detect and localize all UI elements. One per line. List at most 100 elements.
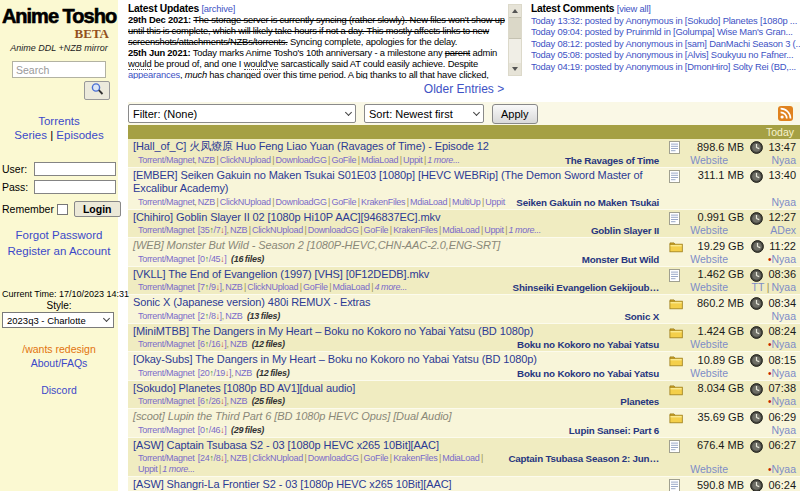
download-link[interactable]: ClickNUpload — [220, 155, 271, 165]
download-link[interactable]: MdiaLoad — [410, 197, 447, 207]
download-link[interactable]: NZB — [230, 396, 247, 406]
source-link[interactable]: Nyaa — [771, 196, 796, 208]
password-field[interactable] — [34, 180, 116, 194]
comment-link[interactable]: Today 08:12: posted by Anonymous in [sam… — [531, 38, 800, 50]
download-link[interactable]: Torrent/Magnet — [138, 425, 194, 435]
source-link[interactable]: Nyaa — [771, 424, 796, 436]
download-link[interactable]: DownloadGG — [308, 453, 359, 463]
torrent-title-link[interactable]: [Sokudo] Planetes [1080p BD AV1][dual au… — [133, 382, 355, 394]
download-link[interactable]: NZB — [225, 311, 242, 321]
download-link[interactable]: Torrent/Magnet — [138, 396, 194, 406]
download-link[interactable]: KrakenFiles — [393, 453, 437, 463]
website-link[interactable]: Website — [690, 338, 728, 350]
series-link[interactable]: Lupin Sansei: Part 6 — [569, 425, 659, 436]
download-link[interactable]: NZB — [198, 197, 215, 207]
wants-redesign-link[interactable]: /wants redesign — [22, 343, 96, 355]
archive-link[interactable]: [archive] — [201, 3, 235, 14]
forgot-password-link[interactable]: Forgot Password — [16, 229, 103, 241]
scroll-thumb[interactable] — [509, 17, 521, 39]
torrent-title-link[interactable]: Sonic X (Japanese version) 480i REMUX - … — [133, 296, 371, 308]
site-logo[interactable]: Anime Tosho — [0, 0, 118, 28]
torrent-title-link[interactable]: [Hall_of_C] 火凤燎原 Huo Feng Liao Yuan (Rav… — [133, 140, 489, 152]
torrent-title-link[interactable]: [MiniMTBB] The Dangers in My Heart – Bok… — [133, 325, 533, 337]
source-link[interactable]: Nyaa — [771, 463, 796, 475]
website-link[interactable]: Website — [690, 154, 728, 166]
download-link[interactable]: Uppit — [403, 155, 423, 165]
download-link[interactable]: GoFile — [303, 282, 328, 292]
download-link[interactable]: Torrent/Magnet — [138, 339, 194, 349]
download-link[interactable]: MdiaLoad — [442, 453, 479, 463]
sidebar-item-episodes[interactable]: Episodes — [56, 129, 103, 141]
torrent-title-link[interactable]: [EMBER] Seiken Gakuin no Maken Tsukai S0… — [133, 169, 643, 195]
download-link[interactable]: NZB — [225, 282, 242, 292]
more-links[interactable]: 4 more... — [375, 282, 407, 292]
download-link[interactable]: Torrent/Magnet — [138, 225, 194, 235]
remember-checkbox[interactable] — [57, 204, 68, 215]
series-link[interactable]: Monster But Wild — [582, 254, 659, 265]
download-link[interactable]: GoFile — [331, 197, 356, 207]
download-link[interactable]: Torrent/Magnet — [138, 368, 194, 378]
download-link[interactable]: NZB — [230, 339, 247, 349]
download-link[interactable]: NZB — [198, 155, 215, 165]
series-link[interactable]: Boku no Kokoro no Yabai Yatsu — [517, 368, 659, 379]
source-link[interactable]: Nyaa — [771, 253, 796, 265]
sidebar-item-torrents[interactable]: Torrents — [38, 115, 80, 127]
download-link[interactable]: DownloadGG — [308, 225, 359, 235]
discord-link[interactable]: Discord — [41, 384, 77, 396]
apply-button[interactable]: Apply — [492, 104, 538, 124]
source-link[interactable]: Nyaa — [771, 310, 796, 322]
rss-icon[interactable] — [778, 106, 793, 121]
download-link[interactable]: Torrent/Magnet — [138, 453, 194, 463]
download-link[interactable]: Torrent/Magnet — [138, 155, 194, 165]
more-links[interactable]: 1 more... — [509, 225, 541, 235]
search-input[interactable] — [12, 61, 106, 78]
series-link[interactable]: Sonic X — [624, 311, 659, 322]
download-link[interactable]: MdiaLoad — [442, 225, 479, 235]
series-link[interactable]: Boku no Kokoro no Yabai Yatsu — [517, 339, 659, 350]
website-link[interactable]: Website — [690, 281, 728, 293]
torrent-title-link[interactable]: [ASW] Shangri-La Frontier S2 - 03 [1080p… — [133, 478, 451, 490]
source-link[interactable]: TT — [752, 281, 765, 293]
source-link[interactable]: Nyaa — [771, 395, 796, 407]
download-link[interactable]: KrakenFiles — [393, 225, 437, 235]
inline-link[interactable]: appearances — [128, 69, 180, 79]
download-link[interactable]: GoFile — [331, 155, 356, 165]
older-entries-link[interactable]: Older Entries > — [424, 82, 504, 96]
comment-link[interactable]: Today 05:08: posted by Anonymous in [Alv… — [531, 49, 800, 61]
torrent-title-link[interactable]: [Okay-Subs] The Dangers in My Heart – Bo… — [133, 353, 537, 365]
scroll-up-button[interactable] — [509, 5, 521, 17]
download-link[interactable]: MdiaLoad — [361, 155, 398, 165]
download-link[interactable]: DownloadGG — [276, 155, 327, 165]
torrent-title-link[interactable]: [VKLL] The End of Evangelion (1997) [VHS… — [133, 268, 429, 280]
download-link[interactable]: Uppit — [138, 464, 158, 474]
more-links[interactable]: 1 more... — [427, 155, 459, 165]
download-link[interactable]: GoFile — [364, 453, 389, 463]
download-link[interactable]: NZB — [230, 225, 247, 235]
download-link[interactable]: Torrent/Magnet — [138, 254, 194, 264]
source-link[interactable]: ADex — [770, 224, 796, 236]
source-link[interactable]: Nyaa — [771, 338, 796, 350]
search-button[interactable] — [84, 81, 110, 100]
comment-link[interactable]: Today 09:04: posted by Pruinmld in [Golu… — [531, 26, 800, 38]
torrent-title-link[interactable]: [Chihiro] Goblin Slayer II 02 [1080p Hi1… — [133, 211, 440, 223]
view-all-link[interactable]: [view all] — [617, 3, 651, 14]
username-field[interactable] — [34, 162, 116, 176]
sidebar-item-series[interactable]: Series — [14, 129, 47, 141]
website-link[interactable]: Website — [690, 253, 728, 265]
login-button[interactable]: Login — [74, 201, 121, 217]
download-link[interactable]: ClickNUpload — [247, 282, 298, 292]
download-link[interactable]: NZB — [235, 368, 252, 378]
download-link[interactable]: ClickNUpload — [220, 197, 271, 207]
source-link[interactable]: Nyaa — [771, 367, 796, 379]
download-link[interactable]: Uppit — [485, 197, 505, 207]
sort-select[interactable]: Sort: Newest first — [364, 104, 484, 123]
download-link[interactable]: Torrent/Magnet — [138, 282, 194, 292]
series-link[interactable]: Planetes — [620, 396, 659, 407]
series-link[interactable]: The Ravages of Time — [565, 155, 659, 166]
download-link[interactable]: Torrent/Magnet — [138, 311, 194, 321]
source-link[interactable]: Nyaa — [771, 281, 796, 293]
download-link[interactable]: ClickNUpload — [252, 453, 303, 463]
website-link[interactable]: Website — [690, 224, 728, 236]
filter-select[interactable]: Filter: (None) — [128, 104, 356, 123]
series-link[interactable]: Seiken Gakuin no Maken Tsukai — [516, 197, 659, 208]
